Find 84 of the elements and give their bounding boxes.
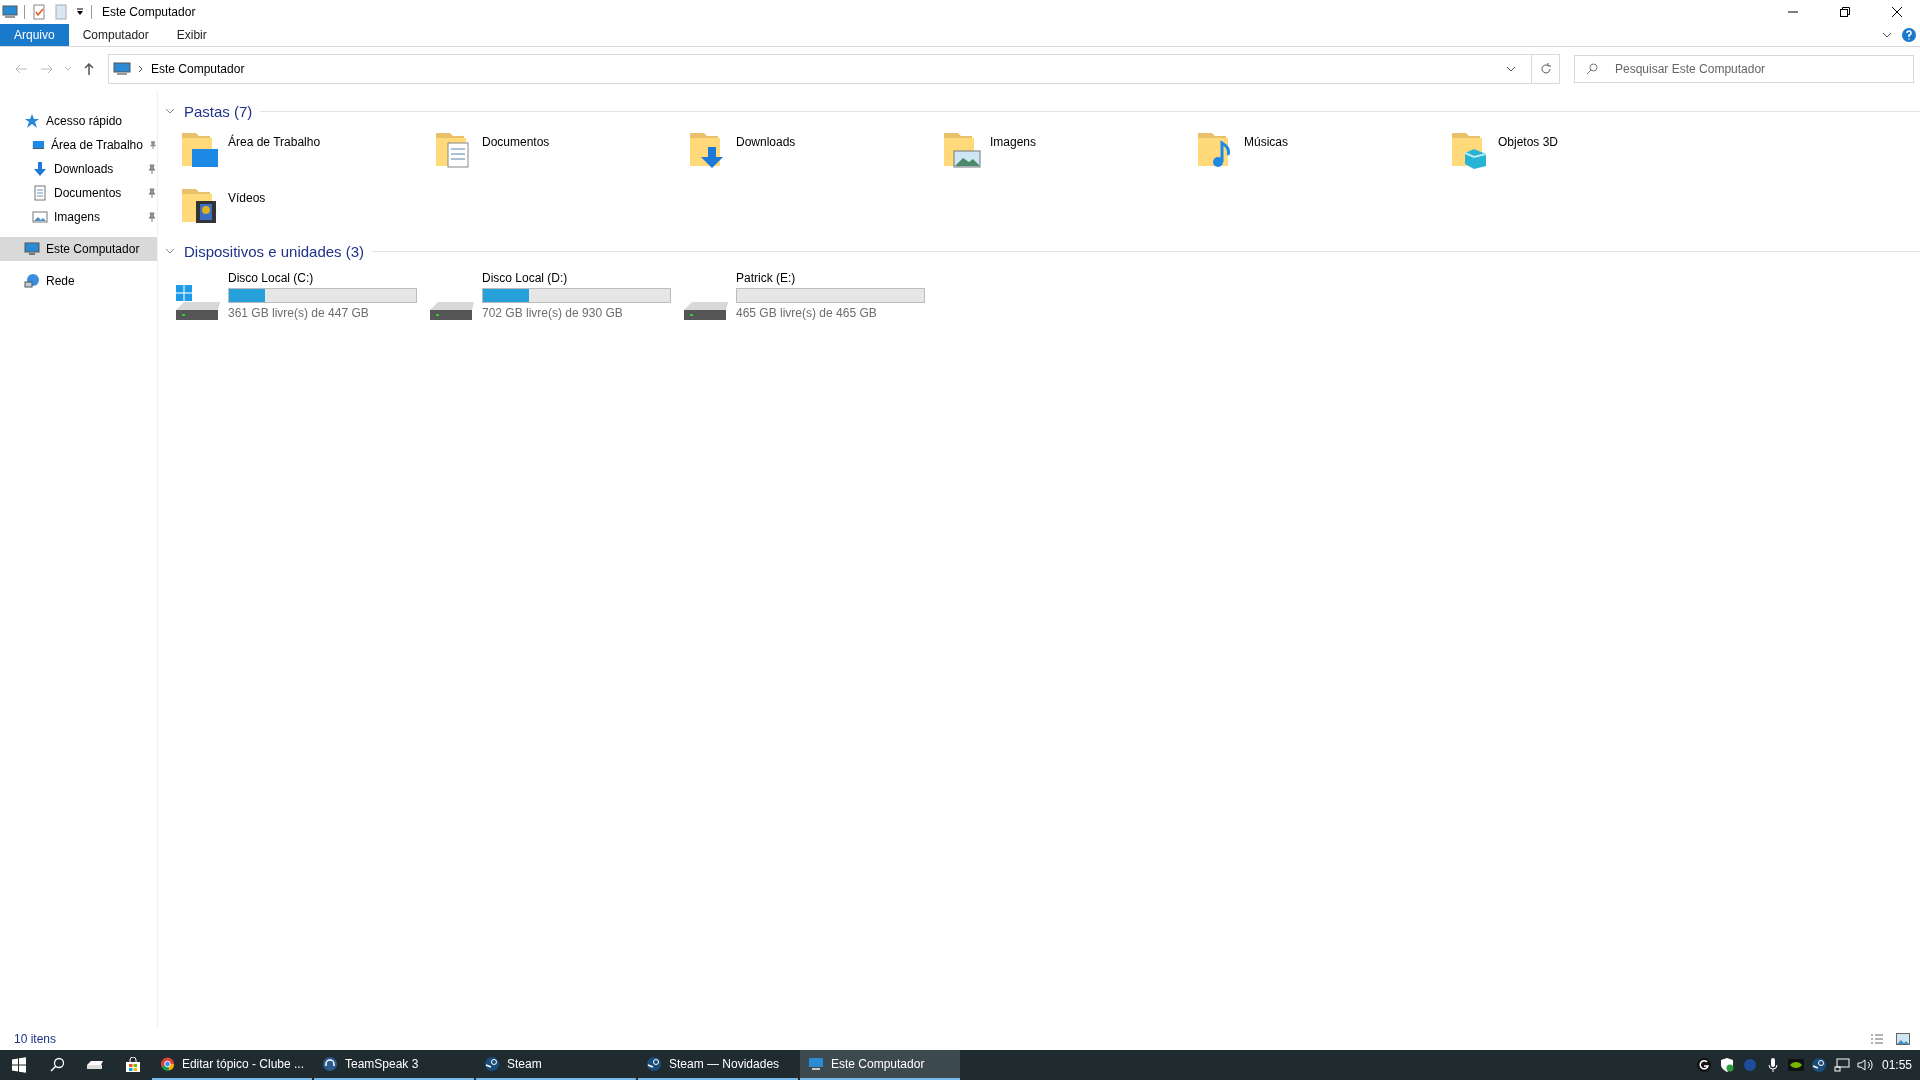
star-icon [24,113,40,129]
sidebar-item[interactable]: Rede [0,269,157,293]
sidebar-item[interactable]: Downloads [0,157,157,181]
eye-logo-icon [1787,1057,1804,1073]
search-icon [49,1057,65,1073]
drive-label[interactable]: Patrick (E:) [736,271,925,285]
shield-check-icon [1718,1057,1735,1073]
picture-icon [32,209,48,225]
folder-label[interactable]: Área de Trabalho [228,135,321,149]
taskbar-button[interactable]: Steam — Novidades [638,1050,798,1080]
monitor-icon [2,4,18,20]
large-icons-view-icon [1896,1033,1910,1045]
folder-label[interactable]: Downloads [736,135,796,149]
shopping-bag-icon [125,1057,141,1073]
monitor-icon [24,241,40,257]
free-space-text: 702 GB livre(s) de 930 GB [482,306,624,320]
ribbon-tab[interactable]: Arquivo [0,24,69,46]
folder-label[interactable]: Documentos [482,135,550,149]
chevron-down-icon [1506,64,1516,74]
sidebar-item[interactable]: Acesso rápido [0,109,157,133]
sidebar-item[interactable]: Este Computador [0,237,157,261]
group-heading[interactable]: Pastas (7) [184,102,253,120]
dropdown-icon [75,7,85,17]
drive-label[interactable]: Disco Local (C:) [228,271,417,285]
forward-arrow-icon [40,62,54,76]
drive-icon [684,301,728,321]
taskbar-button[interactable]: Editar tópico - Clube ... [152,1050,312,1080]
up-arrow-icon [82,62,96,76]
taskbar-button[interactable]: Steam [476,1050,636,1080]
steam-icon [646,1056,662,1072]
help-icon [1902,28,1916,42]
sidebar-item[interactable]: Imagens [0,205,157,229]
folder-label[interactable]: Imagens [990,135,1037,149]
pin-icon [147,188,157,198]
search-field[interactable]: Pesquisar Este Computador [1574,55,1914,83]
drive-icon [430,301,474,321]
windows-logo-icon [176,285,192,301]
close-icon [1892,7,1902,17]
chevron-down-icon [1882,30,1892,40]
address-bar[interactable]: Este Computador [108,54,1560,84]
drive-icon [86,1059,104,1071]
free-space-text: 465 GB livre(s) de 465 GB [736,306,878,320]
free-space-text: 361 GB livre(s) de 447 GB [228,306,370,320]
monitor-icon [113,61,131,77]
steam-icon [1810,1057,1827,1073]
group-heading[interactable]: Dispositivos e unidades (3) [184,242,365,260]
refresh-icon [1539,63,1552,75]
properties-check-icon [31,4,47,20]
window-title: Este Computador [102,5,196,19]
steam-icon [484,1056,500,1072]
new-folder-icon [53,4,69,20]
details-view-icon [1870,1033,1884,1045]
chevron-right-icon [137,65,145,73]
taskbar-button[interactable]: Este Computador [800,1050,960,1080]
ribbon-tab[interactable]: Exibir [162,24,221,46]
taskbar-button[interactable]: TeamSpeak 3 [314,1050,474,1080]
document-icon [32,185,48,201]
back-arrow-icon [14,62,28,76]
sidebar-item[interactable]: Área de Trabalho [0,133,157,157]
network-icon [1833,1057,1850,1073]
pin-icon [148,140,157,150]
folder-label[interactable]: Músicas [1244,135,1288,149]
download-arrow-icon [32,161,48,177]
sphere-icon [1741,1057,1758,1073]
ribbon-tab[interactable]: Computador [68,24,163,46]
g-logo-icon [1695,1057,1712,1073]
item-count: 10 itens [14,1032,57,1046]
browser-icon [160,1056,175,1072]
sidebar-item[interactable]: Documentos [0,181,157,205]
pin-icon [147,212,157,222]
folder-label[interactable]: Objetos 3D [1498,135,1559,149]
globe-monitor-icon [24,273,40,289]
headset-icon [322,1056,338,1072]
monitor-icon [808,1056,824,1072]
clock[interactable]: 01:55 [1881,1058,1912,1072]
drive-label[interactable]: Disco Local (D:) [482,271,671,285]
speaker-icon [1856,1057,1875,1073]
pin-icon [147,164,157,174]
windows-logo-icon [11,1057,27,1073]
address-path: Este Computador [151,62,246,76]
folder-label[interactable]: Vídeos [228,191,266,205]
drive-icon [176,301,220,321]
restore-icon [1840,7,1850,17]
chevron-down-icon [64,65,72,73]
